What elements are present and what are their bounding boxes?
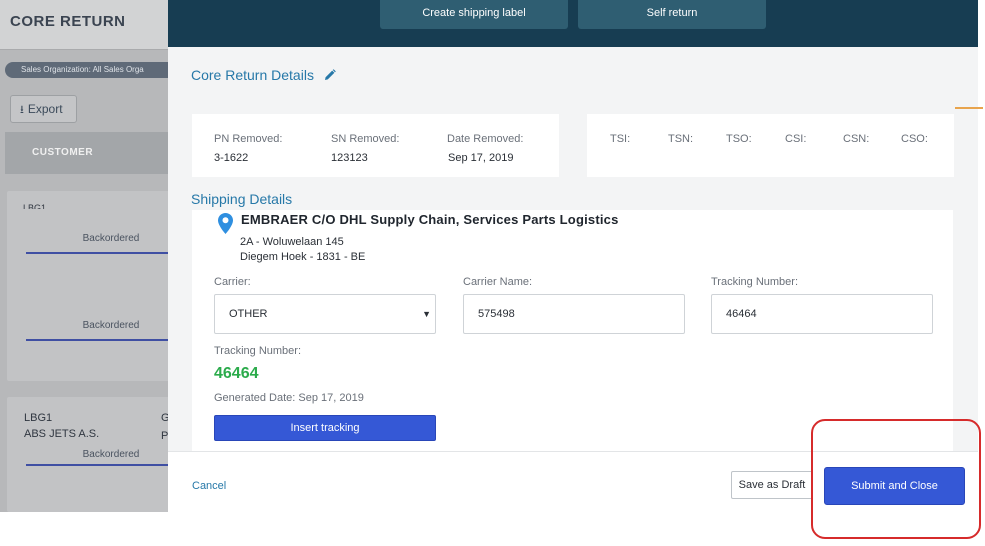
date-removed-value: Sep 17, 2019 <box>448 152 514 164</box>
page-title: CORE RETURN <box>10 13 126 30</box>
customer-name: ABS JETS A.S. <box>24 428 100 440</box>
pn-removed-label: PN Removed: <box>214 133 283 145</box>
export-label: Export <box>27 102 63 116</box>
carrier-label: Carrier: <box>214 276 251 288</box>
tsi-label: TSI: <box>610 133 631 145</box>
sn-removed-label: SN Removed: <box>331 133 400 145</box>
row-partial-code: LBG1 <box>23 203 47 209</box>
carrier-select[interactable]: OTHER ▼ <box>214 294 436 334</box>
date-removed-label: Date Removed: <box>447 133 524 145</box>
tracking-display-label: Tracking Number: <box>214 345 302 357</box>
part-details-panel: PN Removed: 3-1622 SN Removed: 123123 Da… <box>192 114 559 177</box>
address-name: EMBRAER C/O DHL Supply Chain, Services P… <box>241 212 619 227</box>
carrier-name-input[interactable]: 575498 <box>463 294 685 334</box>
shipping-details-title: Shipping Details <box>191 191 293 207</box>
sn-removed-value: 123123 <box>331 152 368 164</box>
create-shipping-label-button[interactable]: Create shipping label <box>380 0 568 29</box>
address-line-1: 2A - Woluwelaan 145 <box>240 236 344 248</box>
tsn-label: TSN: <box>668 133 694 145</box>
address-line-2: Diegem Hoek - 1831 - BE <box>240 251 366 263</box>
generated-date: Generated Date: Sep 17, 2019 <box>214 392 364 404</box>
cso-label: CSO: <box>901 133 928 145</box>
export-button[interactable]: ⭳ Export <box>10 95 77 123</box>
pencil-icon[interactable] <box>324 68 336 84</box>
cancel-link[interactable]: Cancel <box>192 480 226 492</box>
core-return-details-heading: Core Return Details <box>191 67 336 84</box>
save-as-draft-button[interactable]: Save as Draft <box>731 471 813 499</box>
carrier-name-label: Carrier Name: <box>463 276 533 288</box>
column-header-customer: CUSTOMER <box>32 147 94 158</box>
map-pin-icon <box>218 213 233 239</box>
carrier-selected-value: OTHER <box>229 308 268 320</box>
shipping-details-panel: EMBRAER C/O DHL Supply Chain, Services P… <box>192 210 953 451</box>
csn-label: CSN: <box>843 133 870 145</box>
chevron-down-icon: ▼ <box>422 309 431 319</box>
tso-label: TSO: <box>726 133 752 145</box>
scroll-indicator <box>955 107 983 109</box>
modal-header: Create shipping label Self return <box>168 0 978 47</box>
annotation-highlight <box>811 419 981 539</box>
tracking-number-display: 46464 <box>214 365 259 382</box>
csi-label: CSI: <box>785 133 807 145</box>
core-return-details-title: Core Return Details <box>191 67 314 83</box>
time-cycle-panel: TSI: TSN: TSO: CSI: CSN: CSO: <box>587 114 954 177</box>
tracking-number-label: Tracking Number: <box>711 276 799 288</box>
download-icon: ⭳ <box>20 104 24 116</box>
insert-tracking-button[interactable]: Insert tracking <box>214 415 436 441</box>
pn-removed-value: 3-1622 <box>214 152 249 164</box>
self-return-button[interactable]: Self return <box>578 0 766 29</box>
tracking-number-input[interactable]: 46464 <box>711 294 933 334</box>
order-code: LBG1 <box>24 412 53 424</box>
